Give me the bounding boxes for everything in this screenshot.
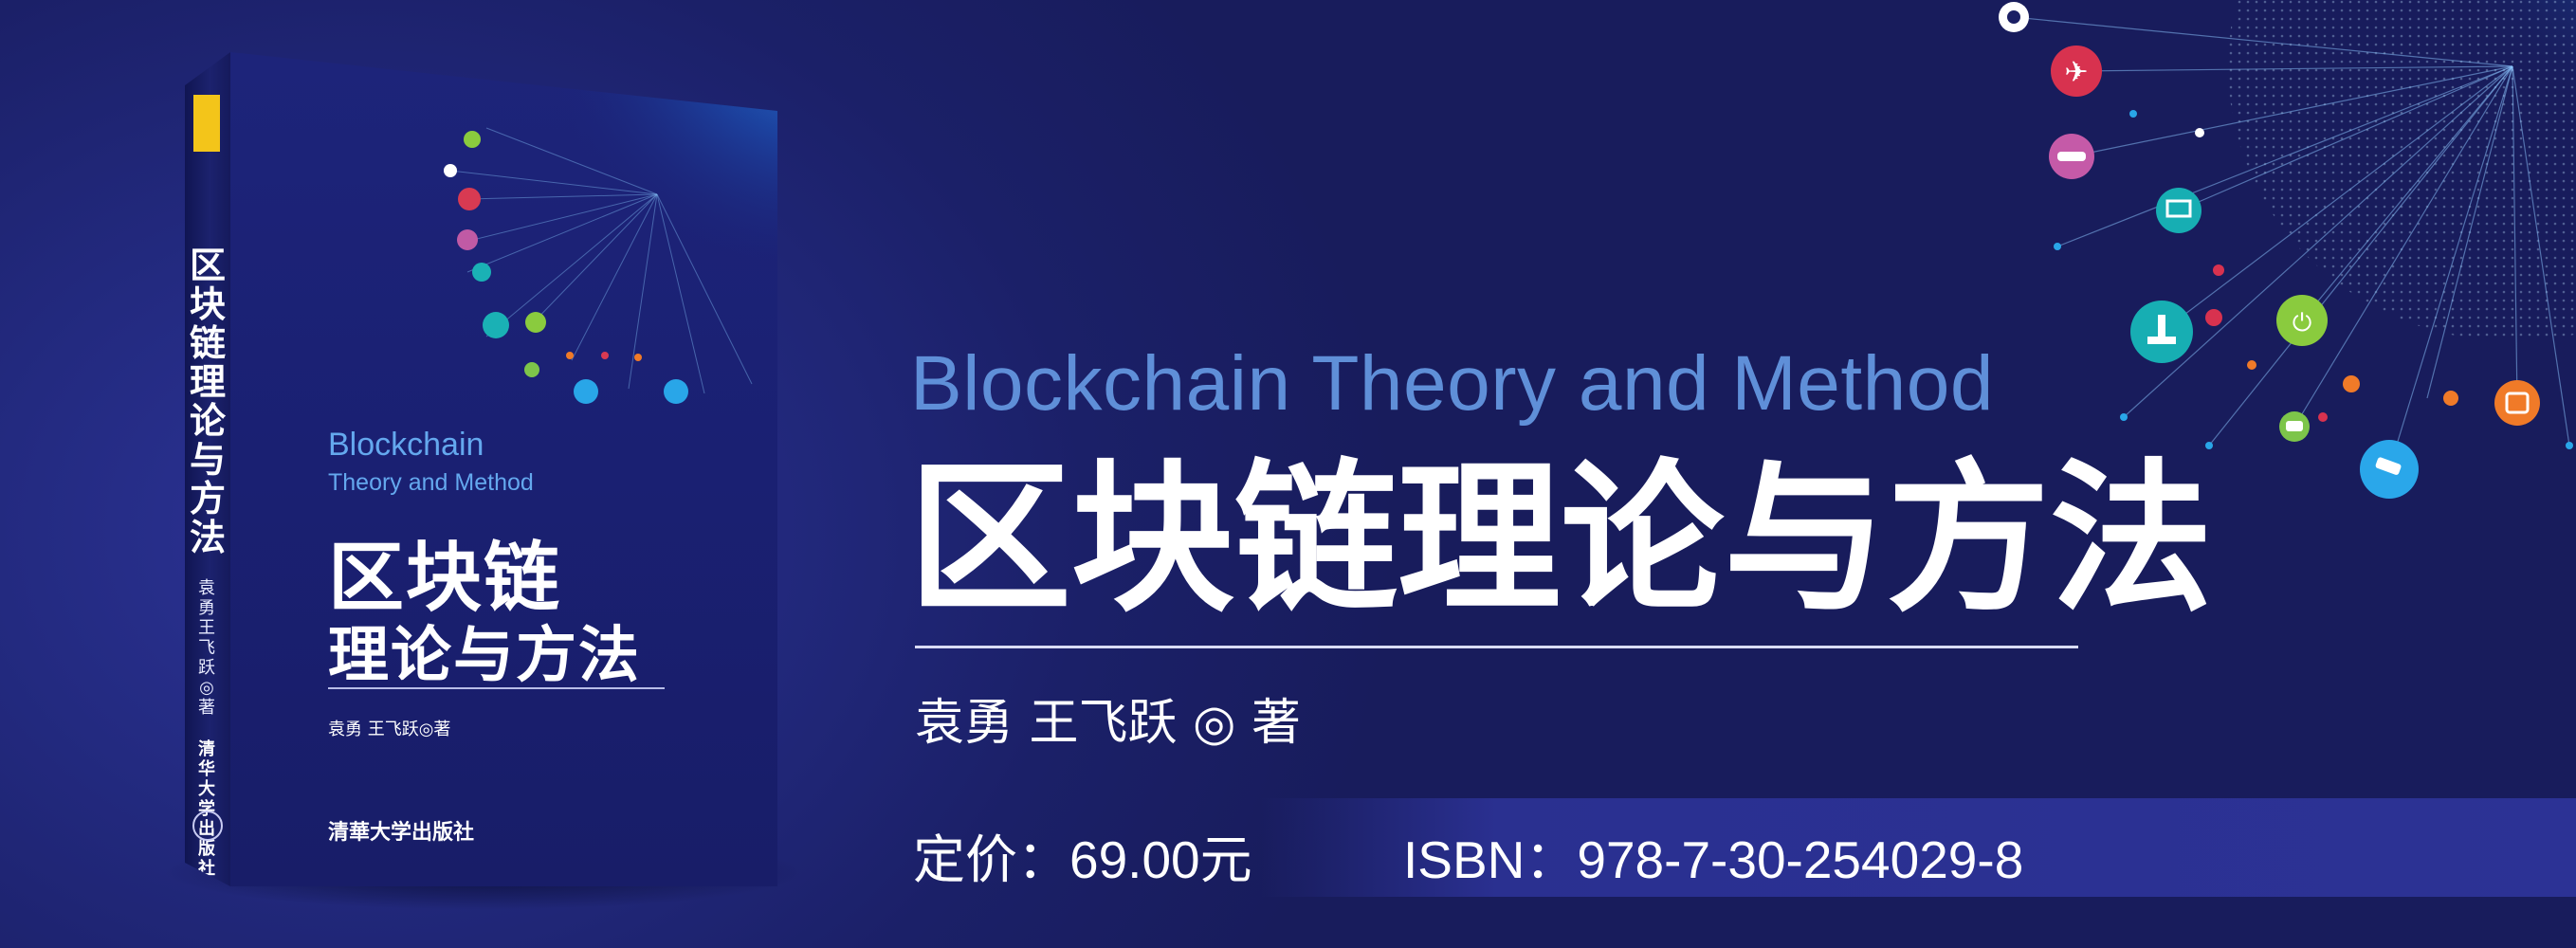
cover-divider [328,687,665,689]
gear-icon [1999,2,2029,32]
title-chinese: 区块链理论与方法 [908,444,2213,634]
robot-arm-icon [2130,301,2193,363]
authors: 袁勇 王飞跃 ◎ 著 [915,695,1301,752]
spine-publisher: 清华大学出版社 [198,739,215,879]
network-globe-graphic: ✈ ⏻ [1999,0,2576,499]
price: 定价：69.00元 [913,830,1252,889]
security-camera-icon [2360,440,2419,499]
cover-title-cn-line2: 理论与方法 [328,621,641,691]
cover-publisher: 清華大学出版社 [328,820,475,845]
publisher-logo-icon [192,811,223,841]
title-english: Blockchain Theory and Method [910,340,1994,427]
book-spine: 区块链理论与方法 袁勇 王飞跃◎著 清华大学出版社 [185,52,230,886]
title-divider [915,646,2078,648]
series-badge [193,95,220,152]
car-icon [2049,134,2094,179]
book-front: Blockchain Theory and Method 区块链 理论与方法 袁… [230,52,777,886]
spine-title: 区块链理论与方法 [189,245,226,558]
cover-title-en-line1: Blockchain [328,427,484,463]
airplane-icon: ✈ [2051,46,2102,97]
cover-title-en-line2: Theory and Method [328,469,534,496]
isbn: ISBN：978-7-30-254029-8 [1403,830,2024,889]
spine-authors: 袁勇 王飞跃◎著 [198,578,215,718]
laptop-icon [2156,188,2201,233]
svg-text:✈: ✈ [2064,56,2088,89]
plug-icon: ⏻ [2276,295,2328,346]
svg-text:⏻: ⏻ [2293,309,2312,337]
banner: 区块链理论与方法 袁勇 王飞跃◎著 清华大学出版社 Blockchain The… [0,0,2576,948]
book-cover-image: 区块链理论与方法 袁勇 王飞跃◎著 清华大学出版社 Blockchain The… [185,52,777,886]
cover-authors: 袁勇 王飞跃◎著 [328,720,451,739]
chat-icon [2279,411,2310,442]
wallet-icon [2494,380,2540,426]
